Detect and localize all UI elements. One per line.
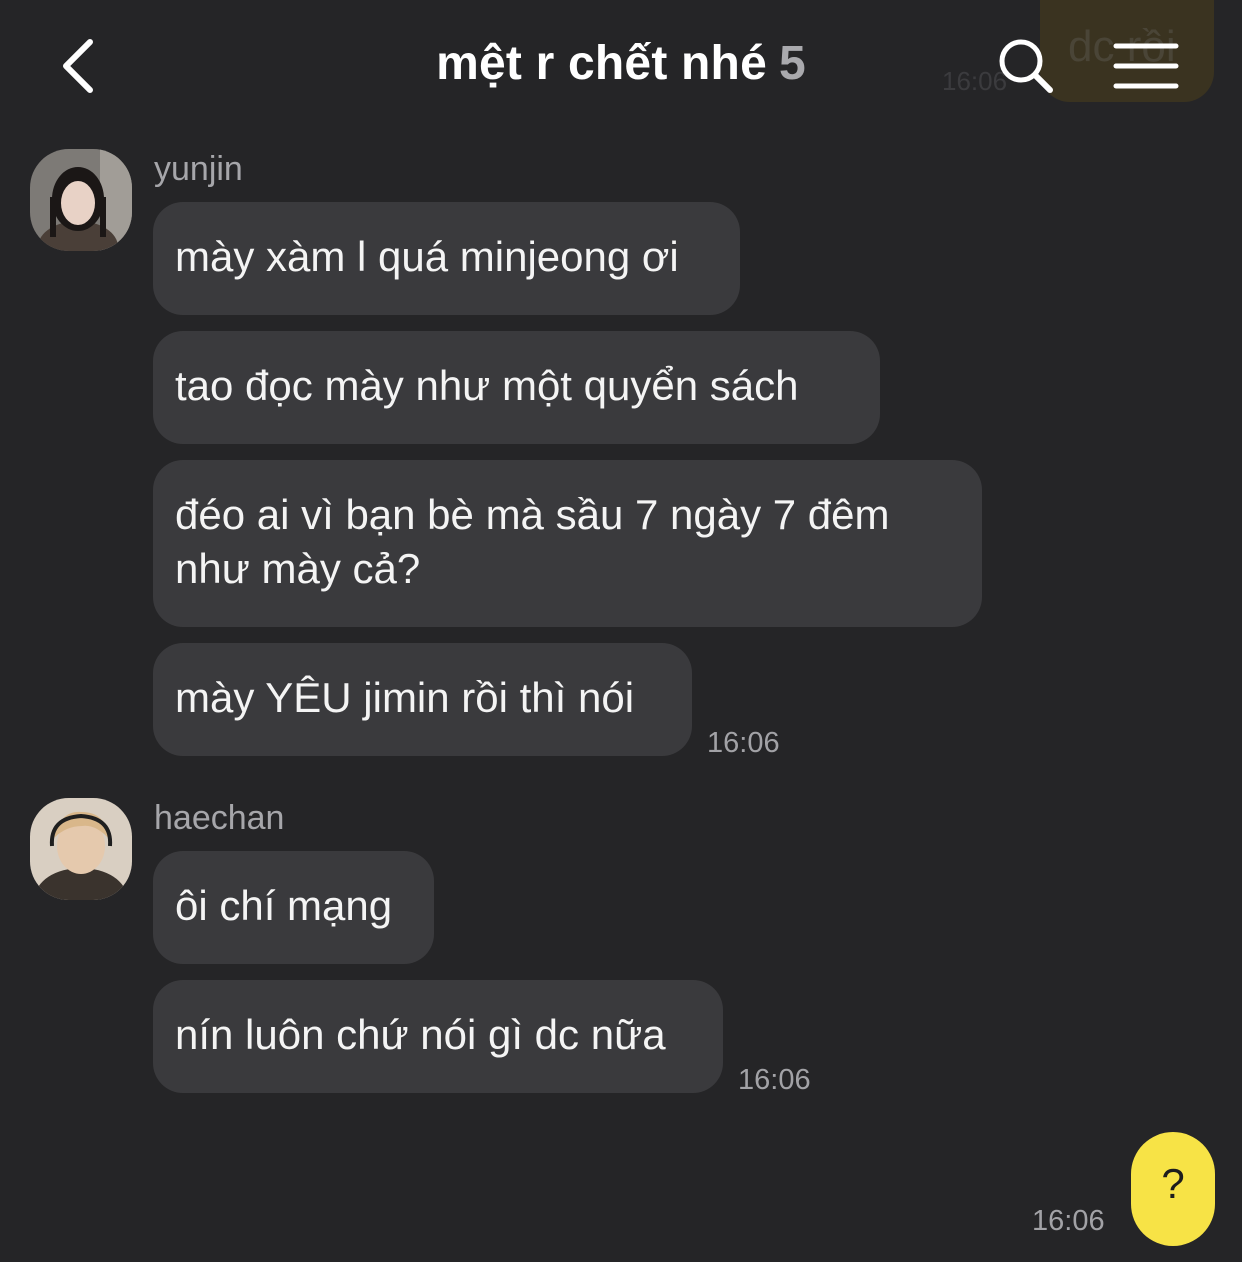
message-bubble[interactable]: mày xàm l quá minjeong ơi <box>153 202 740 315</box>
my-message-time: 16:06 <box>1032 1205 1105 1237</box>
message-bubble[interactable]: ôi chí mạng <box>153 851 434 964</box>
sender-name: yunjin <box>154 150 243 188</box>
message-bubble[interactable]: đéo ai vì bạn bè mà sầu 7 ngày 7 đêm như… <box>153 460 982 627</box>
message-bubble[interactable]: tao đọc mày như một quyển sách <box>153 331 880 444</box>
message-time: 16:06 <box>707 727 780 759</box>
message-time: 16:06 <box>738 1064 811 1096</box>
message-bubble[interactable]: mày YÊU jimin rồi thì nói <box>153 643 692 756</box>
sender-name: haechan <box>154 799 285 837</box>
my-message-text: ? <box>1161 1160 1185 1207</box>
chat-header: mệt r chết nhé 5 <box>0 0 1242 130</box>
message-bubble[interactable]: nín luôn chứ nói gì dc nữa <box>153 980 723 1093</box>
hamburger-menu-icon <box>1113 43 1179 89</box>
avatar-haechan[interactable] <box>30 798 132 900</box>
avatar-yunjin[interactable] <box>30 149 132 251</box>
avatar-photo-icon <box>30 798 132 900</box>
chat-name: mệt r chết nhé <box>436 37 767 90</box>
search-icon <box>999 39 1053 93</box>
member-count: 5 <box>778 37 806 90</box>
avatar-photo-icon <box>30 149 132 251</box>
search-button[interactable] <box>996 36 1056 96</box>
menu-button[interactable] <box>1112 40 1180 92</box>
